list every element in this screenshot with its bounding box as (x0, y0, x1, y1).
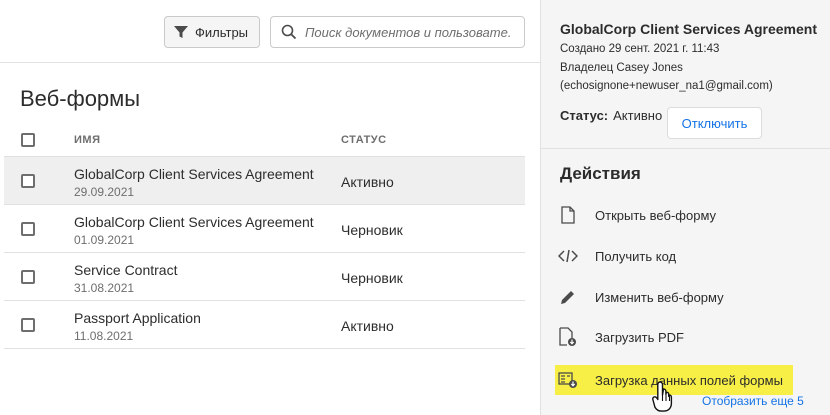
action-edit-webform[interactable]: Изменить веб-форму (555, 282, 795, 312)
show-more-link[interactable]: Отобразить еще 5 (702, 394, 804, 408)
action-label: Загрузка данных полей формы (595, 372, 783, 388)
action-label: Получить код (595, 248, 677, 264)
hand-cursor-icon (652, 381, 673, 412)
status-row: Статус: Активно (560, 108, 662, 123)
column-header-status[interactable]: СТАТУС (341, 134, 387, 146)
action-download-pdf[interactable]: Загрузить PDF (555, 322, 795, 352)
action-get-code[interactable]: Получить код (555, 241, 795, 271)
disable-button[interactable]: Отключить (667, 107, 762, 139)
filters-button[interactable]: Фильтры (164, 16, 260, 48)
search-icon (281, 24, 297, 40)
row-status: Активно (341, 174, 394, 190)
row-name: GlobalCorp Client Services Agreement (74, 166, 314, 182)
divider (541, 148, 830, 149)
action-label: Открыть веб-форму (595, 207, 717, 223)
data-download-icon (555, 371, 581, 389)
action-open-webform[interactable]: Открыть веб-форму (555, 200, 795, 230)
details-panel: GlobalCorp Client Services Agreement Соз… (540, 0, 830, 415)
row-date: 11.08.2021 (74, 329, 134, 343)
row-name: Service Contract (74, 262, 178, 278)
table-row[interactable]: Passport Application 11.08.2021 Активно (4, 301, 525, 349)
table-row[interactable]: Service Contract 31.08.2021 Черновик (4, 253, 525, 301)
row-name: GlobalCorp Client Services Agreement (74, 214, 314, 230)
table-header: ИМЯ СТАТУС (4, 124, 525, 157)
row-date: 01.09.2021 (74, 233, 135, 247)
owner-name: Владелец Casey Jones (560, 62, 683, 74)
toolbar: Фильтры (0, 0, 540, 63)
created-date: Создано 29 сент. 2021 г. 11:43 (560, 43, 720, 55)
row-status: Активно (341, 318, 394, 334)
select-all-checkbox[interactable] (21, 133, 35, 147)
actions-heading: Действия (560, 164, 641, 183)
row-checkbox[interactable] (21, 174, 35, 188)
row-status: Черновик (341, 222, 403, 238)
search-input[interactable] (305, 24, 510, 40)
status-label: Статус: (560, 108, 609, 123)
filters-button-label: Фильтры (195, 24, 249, 40)
document-icon (555, 206, 581, 224)
status-value: Активно (613, 108, 663, 123)
table-row[interactable]: GlobalCorp Client Services Agreement 01.… (4, 205, 525, 253)
search-box[interactable] (270, 16, 525, 48)
row-date: 31.08.2021 (74, 281, 135, 295)
action-label: Загрузить PDF (595, 329, 684, 345)
filter-icon (174, 26, 188, 38)
table-row[interactable]: GlobalCorp Client Services Agreement 29.… (4, 157, 525, 205)
row-checkbox[interactable] (21, 222, 35, 236)
row-name: Passport Application (74, 310, 201, 326)
action-label: Изменить веб-форму (595, 289, 724, 305)
owner-email: (echosignone+newuser_na1@gmail.com) (560, 80, 773, 92)
row-status: Черновик (341, 270, 403, 286)
pencil-icon (555, 288, 581, 306)
row-checkbox[interactable] (21, 270, 35, 284)
main-pane: Фильтры Веб-формы ИМЯ СТАТУС GlobalCorp … (0, 0, 540, 415)
code-icon (555, 248, 581, 264)
panel-title: GlobalCorp Client Services Agreement (560, 21, 817, 37)
row-date: 29.09.2021 (74, 185, 135, 199)
pdf-download-icon (555, 327, 581, 347)
column-header-name[interactable]: ИМЯ (74, 134, 100, 146)
row-checkbox[interactable] (21, 318, 35, 332)
page-title: Веб-формы (20, 86, 141, 111)
webforms-table: ИМЯ СТАТУС GlobalCorp Client Services Ag… (4, 124, 525, 349)
